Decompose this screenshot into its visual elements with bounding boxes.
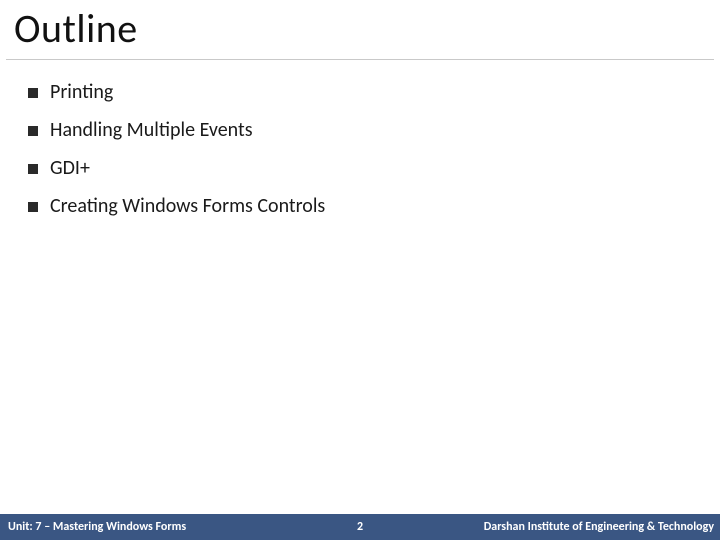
list-item-label: Printing <box>50 80 113 104</box>
footer-unit: Unit: 7 – Mastering Windows Forms <box>0 520 186 534</box>
list-item: GDI+ <box>28 156 692 180</box>
list-item: Handling Multiple Events <box>28 118 692 142</box>
slide-footer: Unit: 7 – Mastering Windows Forms 2 Dars… <box>0 514 720 540</box>
square-bullet-icon <box>28 88 38 98</box>
slide: Outline Printing Handling Multiple Event… <box>0 0 720 540</box>
list-item-label: Creating Windows Forms Controls <box>50 194 325 218</box>
list-item-label: Handling Multiple Events <box>50 118 253 142</box>
outline-list: Printing Handling Multiple Events GDI+ C… <box>0 60 720 218</box>
square-bullet-icon <box>28 126 38 136</box>
list-item: Printing <box>28 80 692 104</box>
footer-institute: Darshan Institute of Engineering & Techn… <box>484 520 720 534</box>
list-item: Creating Windows Forms Controls <box>28 194 692 218</box>
square-bullet-icon <box>28 164 38 174</box>
slide-title: Outline <box>14 4 706 53</box>
title-block: Outline <box>0 0 720 59</box>
square-bullet-icon <box>28 202 38 212</box>
list-item-label: GDI+ <box>50 156 90 180</box>
